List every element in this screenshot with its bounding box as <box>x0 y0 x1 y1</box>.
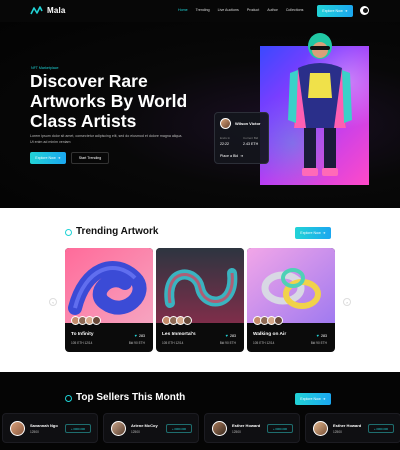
place-bid-button[interactable]: Place a Bid ➔ <box>220 154 243 158</box>
ends-label: Ends In <box>220 136 231 140</box>
bid-card: Wilson Victor Ends In Current Bid 22:22 … <box>214 112 269 164</box>
sellers-explore-button[interactable]: Explore Now ➔ <box>295 393 331 405</box>
owner-avatars <box>162 316 192 325</box>
seller-card[interactable]: Arlene McCoy 12500 + 0000.000 <box>103 413 199 443</box>
seller-card[interactable]: Esther Howard 12500 + 0000.000 <box>204 413 300 443</box>
trending-explore-button[interactable]: Explore Now ➔ <box>295 227 331 239</box>
arrow-right-icon: ➔ <box>322 231 326 235</box>
trending-explore-label: Explore Now <box>300 231 321 235</box>
artwork-bid: Bid 90 ETH <box>128 341 145 345</box>
ends-value: 22:22 <box>220 142 229 146</box>
hero-trending-label: Start Trending <box>78 156 102 160</box>
trending-title: Trending Artwork <box>76 226 159 237</box>
seller-action-button[interactable]: + 0000.000 <box>65 424 91 433</box>
hero-section: NFT Marketplace Discover Rare Artworks B… <box>0 22 400 208</box>
carousel-next-icon[interactable]: › <box>343 298 351 306</box>
artwork-card[interactable]: To Infinity 105 ETH 12/14 ♥ 283 Bid 90 E… <box>65 248 153 352</box>
nav-item-product[interactable]: Product <box>247 8 259 12</box>
artwork-name: To Infinity <box>71 332 94 337</box>
seller-card[interactable]: Savannah Ngo 12500 + 0000.000 <box>2 413 98 443</box>
trending-section: Trending Artwork Explore Now ➔ ‹ › To In… <box>0 208 400 372</box>
seller-action-button[interactable]: + 0000.000 <box>368 424 394 433</box>
header-explore-button[interactable]: Explore Now ➔ <box>317 5 353 17</box>
arrow-right-icon: ➔ <box>240 154 244 158</box>
hero-explore-label: Explore Now <box>35 156 56 160</box>
hero-character-image <box>288 33 352 176</box>
artwork-likes[interactable]: ♥ 283 <box>317 333 327 338</box>
artwork-image <box>247 248 335 323</box>
hero-title: Discover Rare Artworks By World Class Ar… <box>30 71 188 131</box>
hero-explore-button[interactable]: Explore Now ➔ <box>30 152 66 164</box>
theme-toggle-icon[interactable] <box>360 6 369 15</box>
artwork-name: Walking on Air <box>253 332 287 337</box>
owner-avatars <box>253 316 283 325</box>
main-nav: Home Trending Live Auctions Product Auth… <box>178 8 303 12</box>
artist-avatar <box>220 118 231 129</box>
avatar <box>313 421 328 436</box>
seller-name: Esther Howard <box>232 423 261 428</box>
seller-value: 12500 <box>131 430 140 434</box>
artwork-price: 105 ETH 12/14 <box>253 341 275 345</box>
avatar <box>10 421 25 436</box>
current-bid-value: 2.43 ETH <box>243 142 259 146</box>
seller-action-button[interactable]: + 0000.000 <box>267 424 293 433</box>
seller-name: Esther Howard <box>333 423 362 428</box>
seller-card[interactable]: Esther Howard 12500 + 0000.000 <box>305 413 400 443</box>
hero-trending-button[interactable]: Start Trending <box>71 152 109 164</box>
artwork-name: Les Immortal's <box>162 332 196 337</box>
artwork-likes[interactable]: ♥ 283 <box>226 333 236 338</box>
seller-name: Savannah Ngo <box>30 423 58 428</box>
nav-item-home[interactable]: Home <box>178 8 188 12</box>
nav-item-trending[interactable]: Trending <box>196 8 210 12</box>
top-sellers-title: Top Sellers This Month <box>76 392 186 403</box>
seller-value: 12500 <box>333 430 342 434</box>
hero-description: Lorem ipsum dolor sit amet, consectetur … <box>30 134 183 144</box>
owner-avatars <box>71 316 101 325</box>
site-header: Mala Home Trending Live Auctions Product… <box>0 0 400 22</box>
artwork-price: 105 ETH 12/14 <box>71 341 93 345</box>
section-ring-icon <box>65 395 72 402</box>
avatar <box>274 316 283 325</box>
current-bid-label: Current Bid <box>243 136 259 140</box>
arrow-right-icon: ➔ <box>57 156 61 160</box>
artwork-likes[interactable]: ♥ 283 <box>135 333 145 338</box>
nav-item-author[interactable]: Author <box>267 8 278 12</box>
avatar <box>111 421 126 436</box>
artwork-card[interactable]: Walking on Air 105 ETH 12/14 ♥ 283 Bid 9… <box>247 248 335 352</box>
artwork-price: 105 ETH 12/14 <box>162 341 184 345</box>
avatar <box>212 421 227 436</box>
seller-action-button[interactable]: + 0000.000 <box>166 424 192 433</box>
place-bid-label: Place a Bid <box>220 154 239 158</box>
nav-item-live-auctions[interactable]: Live Auctions <box>218 8 239 12</box>
artwork-card[interactable]: Les Immortal's 105 ETH 12/14 ♥ 283 Bid 9… <box>156 248 244 352</box>
logo-icon <box>30 6 43 15</box>
artwork-image <box>156 248 244 323</box>
seller-value: 12500 <box>30 430 39 434</box>
heart-icon: ♥ <box>316 333 319 338</box>
likes-count: 283 <box>321 333 327 338</box>
section-ring-icon <box>65 229 72 236</box>
heart-icon: ♥ <box>225 333 228 338</box>
arrow-right-icon: ➔ <box>322 397 326 401</box>
brand-logo[interactable]: Mala <box>30 5 66 16</box>
nav-item-collections[interactable]: Collections <box>286 8 304 12</box>
arrow-right-icon: ➔ <box>344 9 348 13</box>
likes-count: 283 <box>139 333 145 338</box>
artwork-bid: Bid 90 ETH <box>219 341 236 345</box>
heart-icon: ♥ <box>134 333 137 338</box>
avatar <box>183 316 192 325</box>
hero-tag: NFT Marketplace <box>31 66 59 70</box>
likes-count: 283 <box>230 333 236 338</box>
brand-name: Mala <box>47 6 66 15</box>
avatar <box>92 316 101 325</box>
top-sellers-section: Top Sellers This Month Explore Now ➔ Sav… <box>0 372 400 450</box>
artist-name: Wilson Victor <box>235 121 261 126</box>
seller-name: Arlene McCoy <box>131 423 158 428</box>
sellers-explore-label: Explore Now <box>300 397 321 401</box>
artwork-bid: Bid 90 ETH <box>310 341 327 345</box>
seller-value: 12500 <box>232 430 241 434</box>
header-explore-label: Explore Now <box>322 9 343 13</box>
carousel-prev-icon[interactable]: ‹ <box>49 298 57 306</box>
artwork-image <box>65 248 153 323</box>
